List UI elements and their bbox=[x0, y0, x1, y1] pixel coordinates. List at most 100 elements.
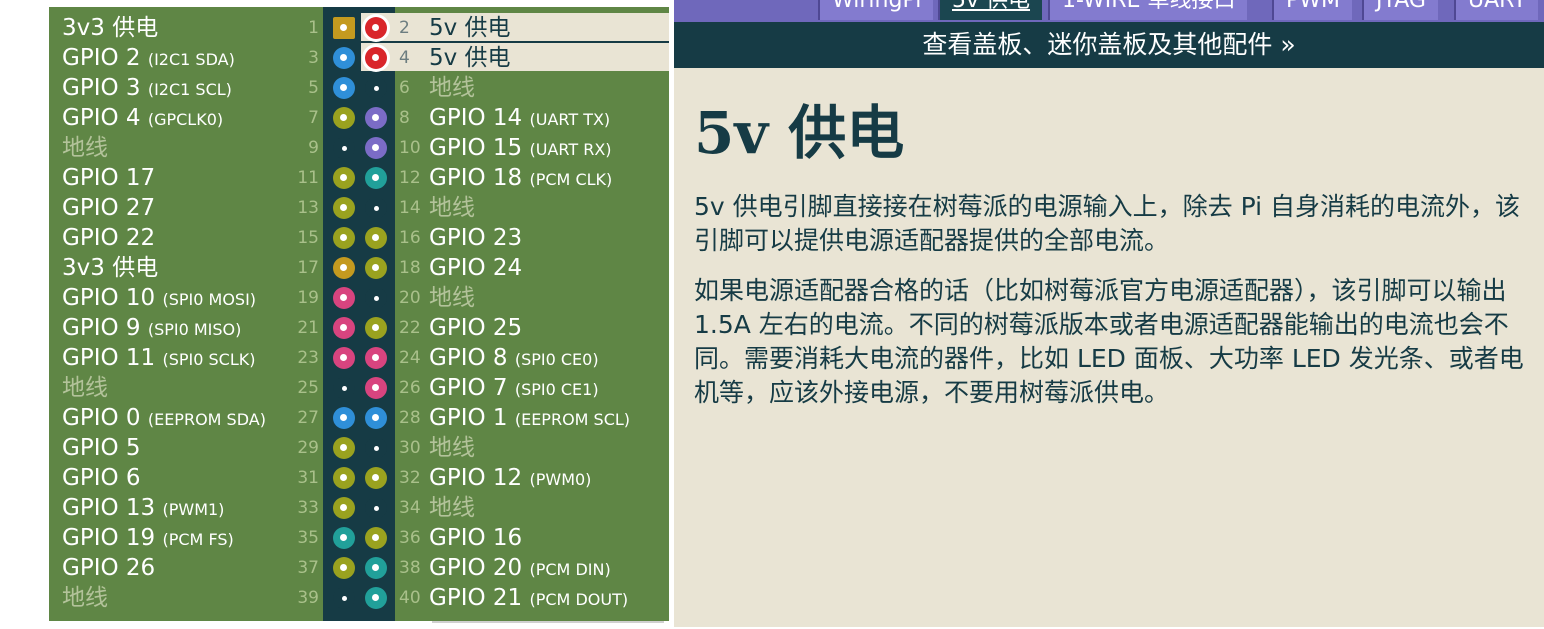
page-title: 5v 供电 bbox=[694, 99, 905, 167]
pin-3-dot[interactable] bbox=[333, 47, 355, 69]
pin-6-label[interactable]: 地线 bbox=[429, 75, 475, 101]
pin-30-label[interactable]: 地线 bbox=[429, 435, 475, 461]
pin-9-label[interactable]: 地线 bbox=[62, 135, 108, 161]
pin-24-dot[interactable] bbox=[365, 347, 387, 369]
pin-1-label[interactable]: 3v3 供电 bbox=[62, 15, 158, 41]
pin-24-label[interactable]: GPIO 8 (SPI0 CE0) bbox=[429, 345, 599, 373]
pin-number: 4 bbox=[399, 48, 410, 68]
pin-22-dot[interactable] bbox=[365, 317, 387, 339]
pin-10-dot[interactable] bbox=[365, 137, 387, 159]
pin-21-label[interactable]: GPIO 9 (SPI0 MISO) bbox=[62, 315, 241, 343]
accessories-banner-link[interactable]: 查看盖板、迷你盖板及其他配件 » bbox=[674, 22, 1544, 68]
tab-1-wire[interactable]: 1-WIRE 单线接口 bbox=[1048, 0, 1248, 20]
pin-38-dot[interactable] bbox=[365, 557, 387, 579]
pin-5-label[interactable]: GPIO 3 (I2C1 SCL) bbox=[62, 75, 232, 103]
pin-17-label[interactable]: 3v3 供电 bbox=[62, 255, 158, 281]
pin-7-label[interactable]: GPIO 4 (GPCLK0) bbox=[62, 105, 223, 133]
pin-29-label[interactable]: GPIO 5 bbox=[62, 435, 141, 461]
tab-pwm[interactable]: PWM bbox=[1272, 0, 1353, 20]
pin-6-dot[interactable] bbox=[365, 77, 387, 99]
pin-14-label[interactable]: 地线 bbox=[429, 195, 475, 221]
pin-34-dot[interactable] bbox=[365, 497, 387, 519]
pin-29-dot[interactable] bbox=[333, 437, 355, 459]
tab-jtag[interactable]: JTAG bbox=[1362, 0, 1438, 20]
pin-32-dot[interactable] bbox=[365, 467, 387, 489]
pin-5-dot[interactable] bbox=[333, 77, 355, 99]
pin-19-dot[interactable] bbox=[333, 287, 355, 309]
pin-31-label[interactable]: GPIO 6 bbox=[62, 465, 141, 491]
pin-23-dot[interactable] bbox=[333, 347, 355, 369]
pin-3-label[interactable]: GPIO 2 (I2C1 SDA) bbox=[62, 45, 235, 73]
pin-26-label[interactable]: GPIO 7 (SPI0 CE1) bbox=[429, 375, 599, 403]
pin-27-dot[interactable] bbox=[333, 407, 355, 429]
tab-wiringpi[interactable]: WiringPi bbox=[818, 0, 934, 20]
pin-13-label[interactable]: GPIO 27 bbox=[62, 195, 155, 221]
pin-1-dot[interactable] bbox=[333, 17, 355, 39]
pin-number: 23 bbox=[297, 348, 319, 368]
pin-13-dot[interactable] bbox=[333, 197, 355, 219]
pin-18-dot[interactable] bbox=[365, 257, 387, 279]
pin-32-label[interactable]: GPIO 12 (PWM0) bbox=[429, 465, 591, 493]
description-paragraph-1: 5v 供电引脚直接接在树莓派的电源输入上，除去 Pi 自身消耗的电流外，该引脚可… bbox=[694, 192, 1521, 255]
pin-16-dot[interactable] bbox=[365, 227, 387, 249]
pin-4-dot[interactable] bbox=[365, 47, 387, 69]
pin-name: GPIO 17 bbox=[62, 165, 156, 191]
pin-25-label[interactable]: 地线 bbox=[62, 375, 108, 401]
pin-33-dot[interactable] bbox=[333, 497, 355, 519]
pin-36-dot[interactable] bbox=[365, 527, 387, 549]
pin-39-dot[interactable] bbox=[333, 587, 355, 609]
pin-2-label[interactable]: 5v 供电 bbox=[429, 15, 511, 41]
pin-27-label[interactable]: GPIO 0 (EEPROM SDA) bbox=[62, 405, 266, 433]
pin-number: 6 bbox=[399, 78, 410, 98]
pin-9-dot[interactable] bbox=[333, 137, 355, 159]
pin-20-dot[interactable] bbox=[365, 287, 387, 309]
pin-11-label[interactable]: GPIO 17 bbox=[62, 165, 155, 191]
pin-19-label[interactable]: GPIO 10 (SPI0 MOSI) bbox=[62, 285, 256, 313]
pin-7-dot[interactable] bbox=[333, 107, 355, 129]
pin-22-label[interactable]: GPIO 25 bbox=[429, 315, 522, 341]
pin-12-label[interactable]: GPIO 18 (PCM CLK) bbox=[429, 165, 612, 193]
pin-31-dot[interactable] bbox=[333, 467, 355, 489]
pin-34-label[interactable]: 地线 bbox=[429, 495, 475, 521]
pin-11-dot[interactable] bbox=[333, 167, 355, 189]
pin-16-label[interactable]: GPIO 23 bbox=[429, 225, 522, 251]
pin-25-dot[interactable] bbox=[333, 377, 355, 399]
pin-37-label[interactable]: GPIO 26 bbox=[62, 555, 155, 581]
pin-8-dot[interactable] bbox=[365, 107, 387, 129]
pin-15-label[interactable]: GPIO 22 bbox=[62, 225, 155, 251]
pin-21-dot[interactable] bbox=[333, 317, 355, 339]
pin-15-dot[interactable] bbox=[333, 227, 355, 249]
pin-35-label[interactable]: GPIO 19 (PCM FS) bbox=[62, 525, 234, 553]
pin-26-dot[interactable] bbox=[365, 377, 387, 399]
pin-number: 12 bbox=[399, 168, 421, 188]
pin-name: 地线 bbox=[62, 135, 108, 161]
pin-20-label[interactable]: 地线 bbox=[429, 285, 475, 311]
pin-30-dot[interactable] bbox=[365, 437, 387, 459]
pin-12-dot[interactable] bbox=[365, 167, 387, 189]
pin-33-label[interactable]: GPIO 13 (PWM1) bbox=[62, 495, 224, 523]
pin-8-label[interactable]: GPIO 14 (UART TX) bbox=[429, 105, 610, 133]
pin-38-label[interactable]: GPIO 20 (PCM DIN) bbox=[429, 555, 611, 583]
pin-36-label[interactable]: GPIO 16 bbox=[429, 525, 522, 551]
pin-number: 35 bbox=[297, 528, 319, 548]
pin-10-label[interactable]: GPIO 15 (UART RX) bbox=[429, 135, 612, 163]
pin-39-label[interactable]: 地线 bbox=[62, 585, 108, 611]
pin-18-label[interactable]: GPIO 24 bbox=[429, 255, 522, 281]
pin-number: 1 bbox=[308, 18, 319, 38]
pin-23-label[interactable]: GPIO 11 (SPI0 SCLK) bbox=[62, 345, 256, 373]
pin-number: 20 bbox=[399, 288, 421, 308]
pin-14-dot[interactable] bbox=[365, 197, 387, 219]
tab-uart[interactable]: UART bbox=[1454, 0, 1539, 20]
pin-40-label[interactable]: GPIO 21 (PCM DOUT) bbox=[429, 585, 628, 613]
pin-28-dot[interactable] bbox=[365, 407, 387, 429]
pin-28-label[interactable]: GPIO 1 (EEPROM SCL) bbox=[429, 405, 630, 433]
pin-4-label[interactable]: 5v 供电 bbox=[429, 45, 511, 71]
pin-40-dot[interactable] bbox=[365, 587, 387, 609]
pin-37-dot[interactable] bbox=[333, 557, 355, 579]
tab-5v-power[interactable]: 5v 供电 bbox=[938, 0, 1043, 20]
pin-17-dot[interactable] bbox=[333, 257, 355, 279]
pin-2-dot[interactable] bbox=[365, 17, 387, 39]
pin-35-dot[interactable] bbox=[333, 527, 355, 549]
pin-row: 35 GPIO 19 (PCM FS) 36 GPIO 16 bbox=[49, 523, 669, 553]
pin-name: 地线 bbox=[62, 585, 108, 611]
